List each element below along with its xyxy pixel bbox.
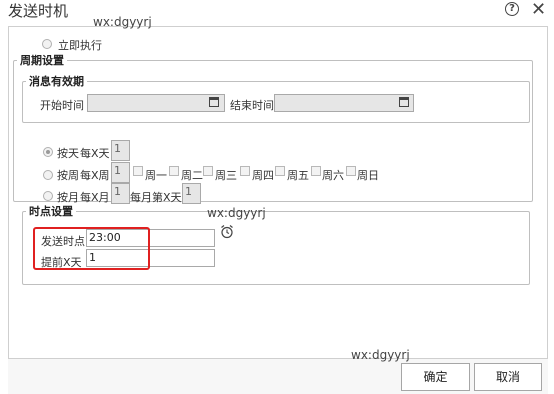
weekday-checkbox-sun[interactable] bbox=[346, 166, 356, 176]
time-point-legend: 时点设置 bbox=[29, 205, 73, 218]
every-x-weeks-label: 每X周 bbox=[80, 169, 110, 182]
immediate-label: 立即执行 bbox=[58, 39, 102, 52]
end-time-input[interactable] bbox=[274, 94, 414, 112]
title-bar: 发送时机 ? ✕ bbox=[0, 0, 554, 26]
weekday-checkbox-thu[interactable] bbox=[240, 166, 250, 176]
start-time-label: 开始时间 bbox=[40, 99, 84, 112]
every-x-weeks-input[interactable]: 1 bbox=[111, 162, 130, 183]
help-icon[interactable]: ? bbox=[505, 2, 519, 16]
by-week-radio[interactable] bbox=[43, 170, 53, 180]
weekday-checkbox-sat[interactable] bbox=[311, 166, 321, 176]
weekday-label-fri: 周五 bbox=[287, 169, 309, 182]
end-time-label: 结束时间 bbox=[230, 99, 274, 112]
by-week-label: 按周 bbox=[57, 169, 79, 182]
weekday-label-thu: 周四 bbox=[252, 169, 274, 182]
ok-button[interactable]: 确定 bbox=[401, 363, 470, 391]
weekday-checkbox-fri[interactable] bbox=[275, 166, 285, 176]
watermark-text: wx:dgyyrj bbox=[351, 348, 410, 362]
cancel-button[interactable]: 取消 bbox=[474, 363, 542, 391]
weekday-label-mon: 周一 bbox=[145, 169, 167, 182]
by-day-radio[interactable] bbox=[43, 147, 53, 157]
weekday-checkbox-mon[interactable] bbox=[133, 166, 143, 176]
weekday-checkbox-wed[interactable] bbox=[203, 166, 213, 176]
weekday-label-sat: 周六 bbox=[322, 169, 344, 182]
weekday-checkbox-tue[interactable] bbox=[169, 166, 179, 176]
close-icon[interactable]: ✕ bbox=[531, 0, 546, 20]
day-of-month-input[interactable]: 1 bbox=[182, 183, 201, 204]
watermark-text: wx:dgyyrj bbox=[93, 15, 152, 29]
by-day-label: 按天 bbox=[57, 147, 79, 160]
highlight-box bbox=[33, 227, 150, 270]
start-time-input[interactable] bbox=[87, 94, 225, 112]
every-x-days-label: 每X天 bbox=[80, 147, 110, 160]
calendar-icon[interactable] bbox=[209, 97, 219, 107]
every-x-months-input[interactable]: 1 bbox=[111, 183, 130, 204]
weekday-label-wed: 周三 bbox=[215, 169, 237, 182]
by-month-radio[interactable] bbox=[43, 191, 53, 201]
every-x-days-input[interactable]: 1 bbox=[111, 140, 130, 161]
window-title: 发送时机 bbox=[8, 2, 69, 20]
weekday-label-sun: 周日 bbox=[357, 169, 379, 182]
weekday-label-tue: 周二 bbox=[181, 169, 203, 182]
validity-legend: 消息有效期 bbox=[29, 75, 84, 88]
alarm-clock-icon[interactable] bbox=[220, 224, 234, 239]
immediate-radio[interactable] bbox=[42, 39, 52, 49]
cycle-settings-legend: 周期设置 bbox=[20, 54, 64, 67]
watermark-text: wx:dgyyrj bbox=[207, 206, 266, 220]
calendar-icon[interactable] bbox=[399, 97, 409, 107]
